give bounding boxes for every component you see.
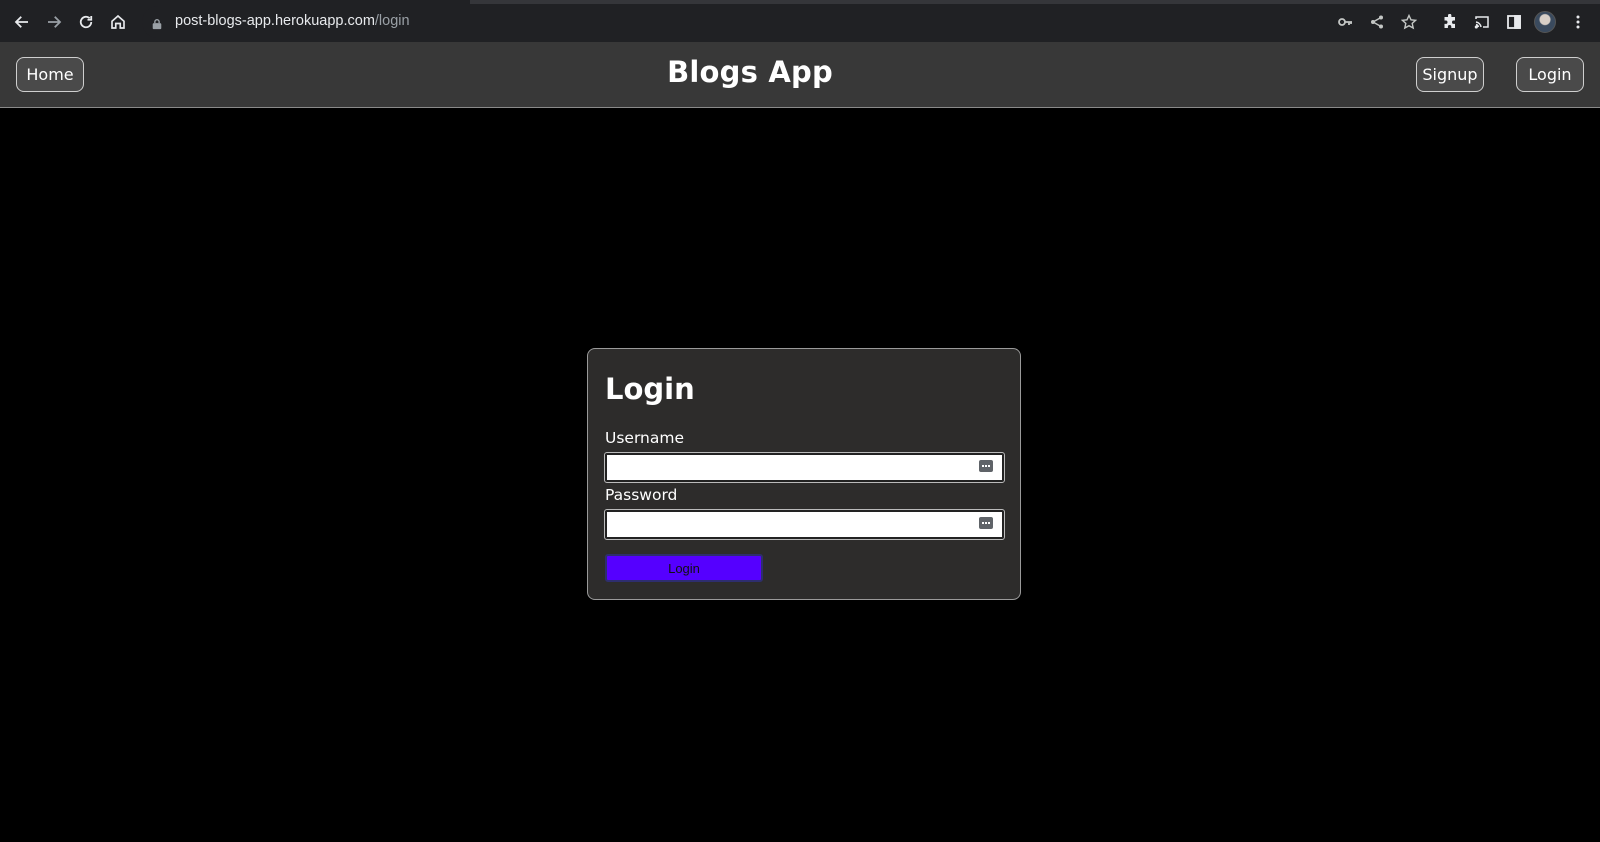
app-header: Home Blogs App Signup Login xyxy=(0,42,1600,108)
share-icon[interactable] xyxy=(1369,14,1387,32)
home-icon[interactable] xyxy=(106,10,130,34)
reload-icon[interactable] xyxy=(74,10,98,34)
login-card: Login Username Password Login xyxy=(587,348,1021,600)
cast-icon[interactable] xyxy=(1472,12,1492,32)
back-icon[interactable] xyxy=(10,10,34,34)
url-text[interactable]: post-blogs-app.herokuapp.com/login xyxy=(175,13,410,29)
app-title: Blogs App xyxy=(667,55,833,89)
login-heading: Login xyxy=(605,372,695,406)
login-submit-button[interactable]: Login xyxy=(605,554,763,582)
menu-icon[interactable] xyxy=(1568,12,1588,32)
username-label: Username xyxy=(605,429,685,447)
header-login-button[interactable]: Login xyxy=(1516,57,1584,92)
url-host: post-blogs-app.herokuapp.com xyxy=(175,13,375,29)
password-manager-icon[interactable] xyxy=(979,460,993,472)
signup-button[interactable]: Signup xyxy=(1416,57,1484,92)
extensions-icon[interactable] xyxy=(1440,12,1460,32)
profile-avatar[interactable] xyxy=(1534,11,1556,33)
address-bar[interactable]: post-blogs-app.herokuapp.com/login xyxy=(142,6,1420,38)
username-input[interactable] xyxy=(604,452,1005,483)
key-icon[interactable] xyxy=(1337,14,1355,32)
url-path: /login xyxy=(374,13,410,29)
star-icon[interactable] xyxy=(1400,13,1419,32)
password-manager-icon[interactable] xyxy=(979,517,993,529)
lock-icon[interactable] xyxy=(151,15,165,30)
password-label: Password xyxy=(605,486,678,504)
active-tab[interactable] xyxy=(0,0,470,4)
forward-icon[interactable] xyxy=(42,10,66,34)
browser-toolbar: post-blogs-app.herokuapp.com/login xyxy=(0,0,1600,42)
password-input[interactable] xyxy=(604,509,1005,540)
tab-strip xyxy=(0,0,1600,4)
side-panel-icon[interactable] xyxy=(1504,12,1524,32)
